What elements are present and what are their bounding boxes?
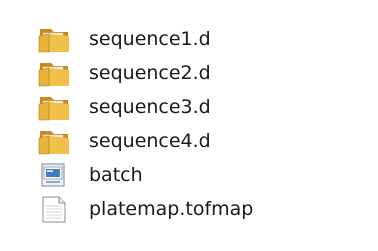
file-item-sequence4[interactable]: sequence4.d [37, 124, 367, 158]
file-name: sequence3.d [89, 96, 211, 118]
file-list: sequence1.d sequence2.d sequence3.d sequ… [37, 22, 367, 226]
file-item-sequence3[interactable]: sequence3.d [37, 90, 367, 124]
folder-icon [37, 126, 71, 156]
folder-icon [37, 24, 71, 54]
file-item-sequence2[interactable]: sequence2.d [37, 56, 367, 90]
batch-file-icon [37, 160, 71, 190]
file-item-sequence1[interactable]: sequence1.d [37, 22, 367, 56]
document-icon [37, 194, 71, 224]
file-item-platemap[interactable]: platemap.tofmap [37, 192, 367, 226]
file-name: platemap.tofmap [89, 198, 254, 220]
file-name: sequence1.d [89, 28, 211, 50]
file-name: batch [89, 164, 143, 186]
folder-icon [37, 92, 71, 122]
file-name: sequence2.d [89, 62, 211, 84]
folder-icon [37, 58, 71, 88]
file-name: sequence4.d [89, 130, 211, 152]
file-item-batch[interactable]: batch [37, 158, 367, 192]
